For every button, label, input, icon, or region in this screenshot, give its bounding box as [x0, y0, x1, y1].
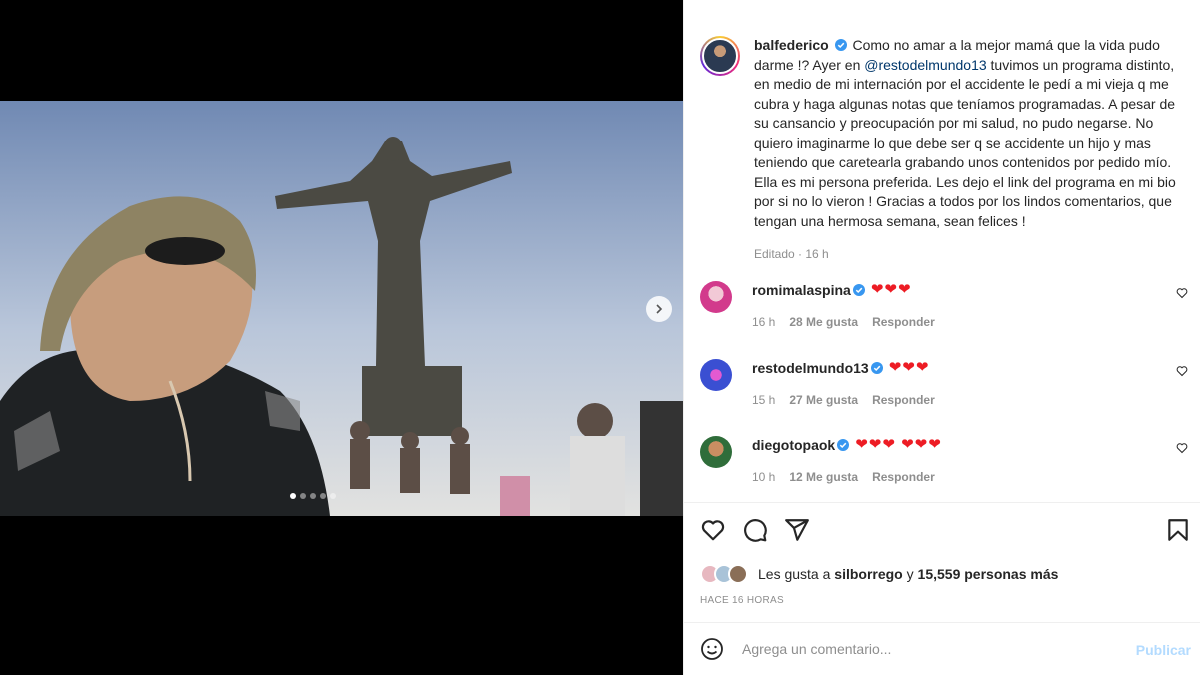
- comment-text: ❤❤❤: [888, 359, 930, 376]
- liker-avatar: [728, 564, 748, 584]
- likers-avatars[interactable]: [700, 564, 748, 584]
- post-timestamp[interactable]: HACE 16 HORAS: [700, 595, 784, 606]
- likes-connector: y: [902, 566, 918, 582]
- comment-reply-button[interactable]: Responder: [872, 470, 935, 484]
- caption-mention[interactable]: @restodelmundo13: [864, 57, 986, 73]
- share-paper-plane-icon[interactable]: [784, 517, 810, 543]
- comment-item: romimalaspina ❤❤❤ 16 h 28 Me gusta Respo…: [700, 281, 1188, 329]
- comment-reply-button[interactable]: Responder: [872, 393, 935, 407]
- like-heart-icon[interactable]: [700, 517, 726, 543]
- verified-badge-icon: [837, 439, 850, 451]
- comment-input[interactable]: [742, 641, 1122, 657]
- chevron-right-icon: [656, 304, 663, 314]
- carousel-dot: [330, 493, 336, 499]
- commenter-username[interactable]: romimalaspina: [752, 281, 851, 299]
- comment-time[interactable]: 15 h: [752, 393, 775, 407]
- post-caption: balfederico Como no amar a la mejor mamá…: [700, 36, 1200, 265]
- carousel-next-button[interactable]: [646, 296, 672, 322]
- carousel-dot: [310, 493, 316, 499]
- comment-reply-button[interactable]: Responder: [872, 315, 935, 329]
- commenter-avatar[interactable]: [700, 359, 732, 391]
- emoji-icon[interactable]: [700, 637, 724, 661]
- commenter-username[interactable]: diegotopaok: [752, 436, 835, 454]
- post-media-panel: [0, 0, 683, 675]
- photo-illustration: [0, 101, 683, 516]
- liker-username[interactable]: silborrego: [834, 566, 902, 582]
- comment-item: restodelmundo13 ❤❤❤ 15 h 27 Me gusta Res…: [700, 359, 1188, 407]
- carousel-dot: [320, 493, 326, 499]
- verified-badge-icon: [870, 362, 883, 374]
- comment-text: ❤❤❤: [870, 281, 912, 298]
- post-side-panel: balfederico Como no amar a la mejor mamá…: [683, 0, 1200, 675]
- comment-likes[interactable]: 28 Me gusta: [789, 315, 858, 329]
- comment-time[interactable]: 16 h: [752, 315, 775, 329]
- carousel-dot: [300, 493, 306, 499]
- comment-likes[interactable]: 27 Me gusta: [789, 393, 858, 407]
- comment-time[interactable]: 10 h: [752, 470, 775, 484]
- commenter-username[interactable]: restodelmundo13: [752, 359, 869, 377]
- likes-summary: Les gusta a silborrego y 15,559 personas…: [700, 564, 1058, 584]
- carousel-indicator: [290, 493, 336, 499]
- comment-like-heart-icon[interactable]: [1176, 365, 1188, 377]
- post-actions: Les gusta a silborrego y 15,559 personas…: [684, 502, 1200, 622]
- comment-likes[interactable]: 12 Me gusta: [789, 470, 858, 484]
- author-avatar[interactable]: [700, 36, 740, 76]
- post-photo[interactable]: [0, 101, 683, 516]
- author-username[interactable]: balfederico: [754, 37, 829, 53]
- likes-prefix: Les gusta a: [758, 566, 835, 582]
- commenter-avatar[interactable]: [700, 436, 732, 468]
- publish-button[interactable]: Publicar: [1136, 642, 1191, 658]
- carousel-dot: [290, 493, 296, 499]
- commenter-avatar[interactable]: [700, 281, 732, 313]
- caption-edited-time: Editado · 16 h: [754, 247, 829, 261]
- caption-text: balfederico Como no amar a la mejor mamá…: [754, 36, 1190, 231]
- comment-item: diegotopaok ❤❤❤ ❤❤❤ 10 h 12 Me gusta Res…: [700, 436, 1188, 484]
- comment-text: ❤❤❤ ❤❤❤: [855, 436, 942, 453]
- comment-like-heart-icon[interactable]: [1176, 287, 1188, 299]
- likes-count[interactable]: 15,559 personas más: [918, 566, 1059, 582]
- comment-like-heart-icon[interactable]: [1176, 442, 1188, 454]
- add-comment-form: Publicar: [684, 622, 1200, 675]
- comment-bubble-icon[interactable]: [742, 517, 768, 543]
- save-bookmark-icon[interactable]: [1165, 517, 1191, 543]
- verified-badge-icon: [852, 284, 865, 296]
- verified-badge-icon: [834, 39, 847, 51]
- caption-text-end: tuvimos un programa distinto, en medio d…: [754, 56, 1176, 229]
- comments-area: balfederico Como no amar a la mejor mamá…: [684, 0, 1200, 502]
